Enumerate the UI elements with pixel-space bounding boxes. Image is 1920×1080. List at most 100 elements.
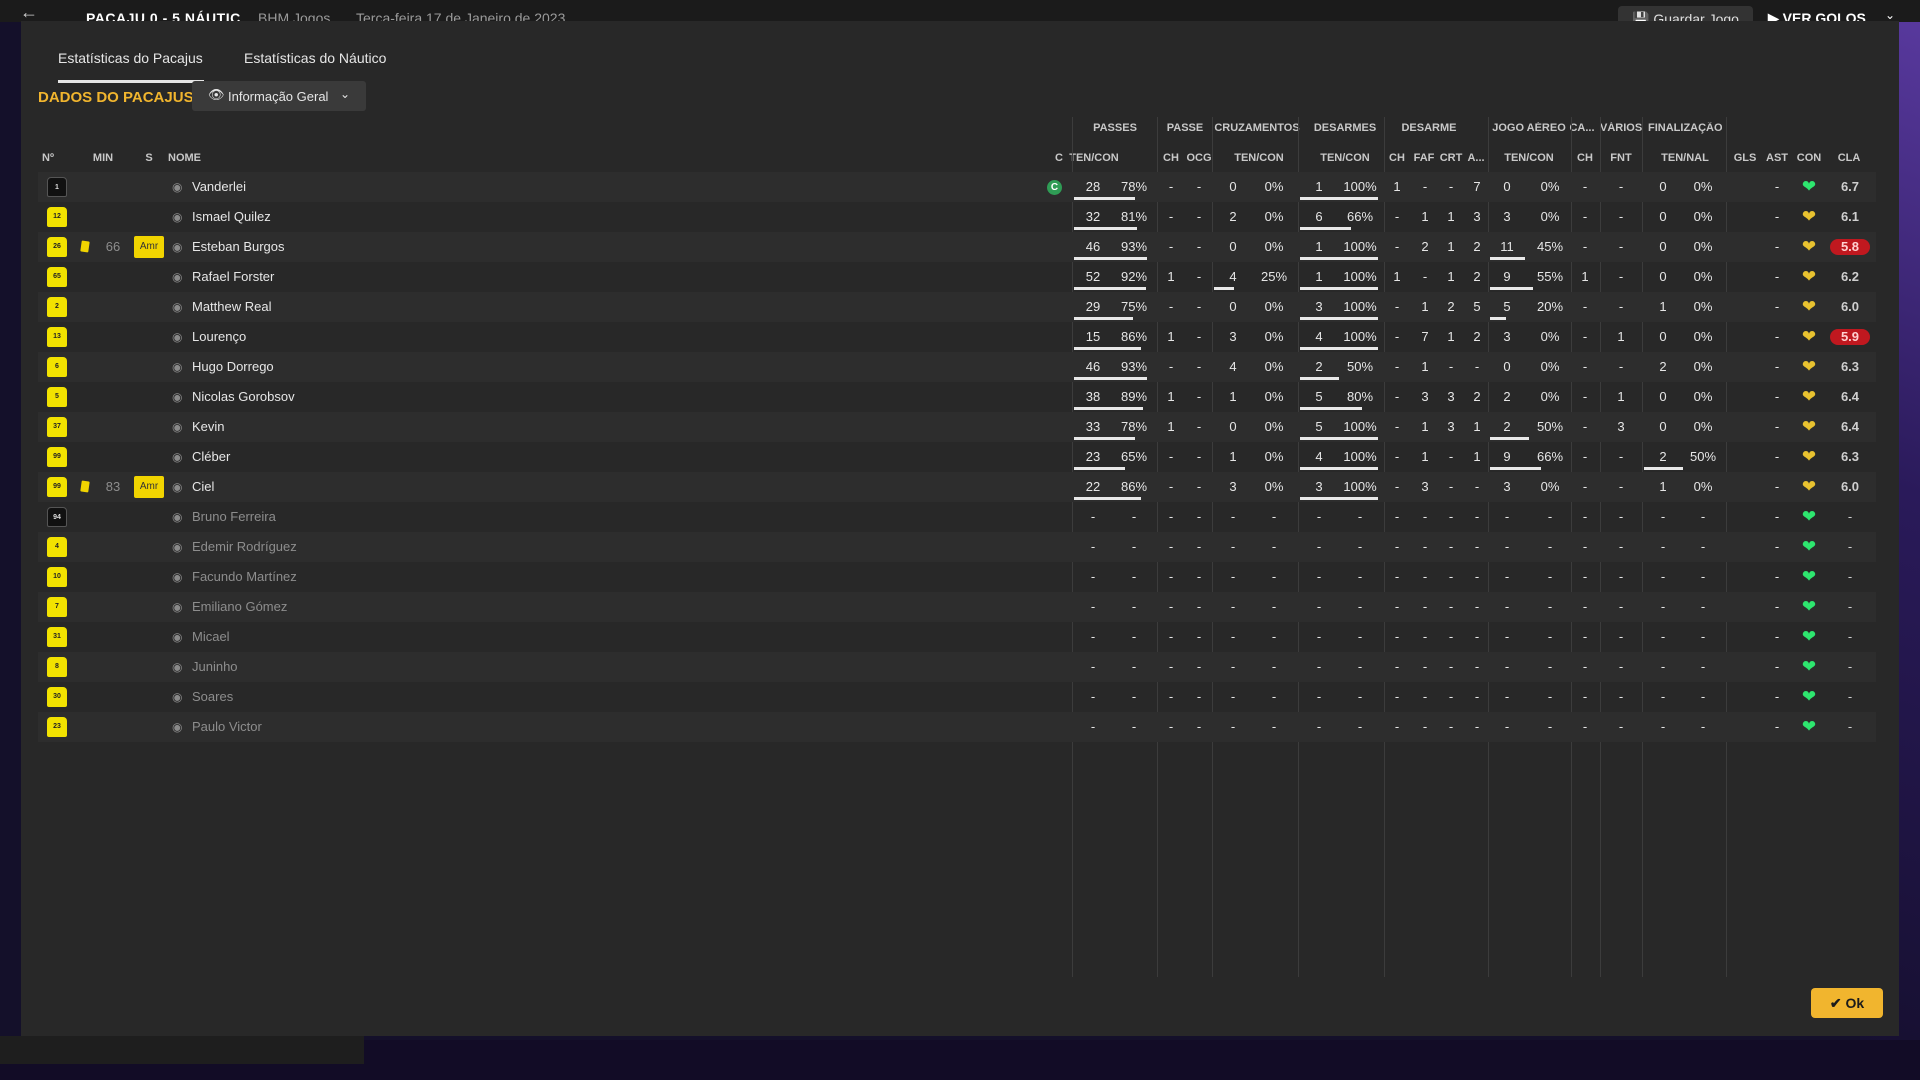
cards: 1: [1447, 209, 1455, 224]
tab-label: Estatísticas do Náutico: [244, 50, 387, 66]
crosses-attempted: 2: [1229, 209, 1237, 224]
player-row[interactable]: 13 ◉ Lourenço 15 86% 1-3 0% 4 100% -7 1 2 3 0% -1 0 0% - ❤…: [38, 322, 1876, 352]
tackles-attempted: -: [1316, 539, 1322, 554]
tackles-key: -: [1394, 629, 1400, 644]
player-name: Facundo Martínez: [192, 569, 297, 584]
player-row[interactable]: 31 ◉ Micael - - - - - - - - - - - - - - - - - - - ❤ -: [38, 622, 1876, 652]
player-row[interactable]: 26 66 Amr ◉ Esteban Burgos 46 93% - -0 0% 1 100% -2 1…: [38, 232, 1876, 262]
person-icon: ◉: [172, 570, 183, 584]
shots-on-target-pct: -: [1700, 569, 1706, 584]
column-header[interactable]: TEN/CON: [1054, 152, 1134, 164]
player-rating: 6.1: [1840, 209, 1860, 224]
column-header[interactable]: GLS: [1730, 152, 1760, 164]
other-stat: -: [1474, 479, 1480, 494]
column-header[interactable]: MIN: [86, 152, 120, 164]
arrow-left-icon[interactable]: ←: [20, 2, 38, 22]
column-header[interactable]: TEN/NAL: [1646, 152, 1724, 164]
column-header[interactable]: CH: [1574, 152, 1596, 164]
player-row[interactable]: 99 83 Amr ◉ Ciel 22 86% - -3 0% 3 100% -3- -3 0% - -1 0% -…: [38, 472, 1876, 502]
column-header[interactable]: CRT: [1438, 152, 1464, 164]
player-row[interactable]: 1 ◉ Vanderlei C 28 78% - -0 0% 1 100% 1- -7 0 0% - -0 0% -…: [38, 172, 1876, 202]
shots-on-target-pct: -: [1700, 719, 1706, 734]
player-row[interactable]: 94 ◉ Bruno Ferreira - - - - - - - - - - - - - - - - - - - ❤ -: [38, 502, 1876, 532]
shots-on-target-pct: 50%: [1689, 449, 1717, 464]
player-row[interactable]: 12 ◉ Ismael Quilez 32 81% - -2 0% 6 66% -1 1 3 3 0% - -0…: [38, 202, 1876, 232]
crosses-attempted: 1: [1229, 449, 1237, 464]
person-icon: ◉: [172, 510, 183, 524]
condition-heart-icon: ❤: [1801, 327, 1817, 346]
fouls: 1: [1421, 299, 1429, 314]
other-stat: 1: [1473, 419, 1481, 434]
player-name: Edemir Rodríguez: [192, 539, 297, 554]
shots: -: [1660, 509, 1666, 524]
other-stat: 2: [1473, 239, 1481, 254]
fouls: -: [1422, 659, 1428, 674]
cards: 2: [1447, 299, 1455, 314]
shots-on-target-pct: 0%: [1693, 329, 1713, 344]
key-passes: -: [1168, 299, 1174, 314]
column-header[interactable]: CLA: [1828, 152, 1870, 164]
view-dropdown[interactable]: 👁 Informação Geral ⌄: [192, 81, 366, 111]
shots-on-target-pct: -: [1700, 629, 1706, 644]
key-passes: -: [1168, 449, 1174, 464]
column-header[interactable]: TEN/CON: [1216, 152, 1302, 164]
shirt-number-icon: 31: [47, 627, 67, 647]
player-row[interactable]: 2 ◉ Matthew Real 29 75% - -0 0% 3 100% -1 2 5 5 20% - -1…: [38, 292, 1876, 322]
column-header[interactable]: OCG: [1184, 152, 1214, 164]
captain-icon: C: [1047, 180, 1062, 195]
shots-on-target-pct: 0%: [1693, 479, 1713, 494]
crosses-attempted: 0: [1229, 299, 1237, 314]
player-row[interactable]: 6 ◉ Hugo Dorrego 46 93% - -4 0% 2 50% -1- -0 0% - -2 0%…: [38, 352, 1876, 382]
player-name: Ismael Quilez: [192, 209, 271, 224]
passes-completed-pct: -: [1131, 629, 1137, 644]
distance-stat: -: [1618, 299, 1624, 314]
player-rating: -: [1847, 539, 1853, 554]
column-header[interactable]: TEN/CON: [1490, 152, 1568, 164]
tackles-won-pct: -: [1357, 689, 1363, 704]
tackles-attempted: -: [1316, 689, 1322, 704]
player-row[interactable]: 99 ◉ Cléber 23 65% - -1 0% 4 100% -1-1 9 66% - -2 50% - ❤…: [38, 442, 1876, 472]
tackles-key: -: [1394, 599, 1400, 614]
passes-completed-pct: -: [1131, 689, 1137, 704]
person-icon: ◉: [172, 690, 183, 704]
tab-pacajus-stats[interactable]: Estatísticas do Pacajus: [58, 50, 204, 83]
column-header[interactable]: S: [140, 152, 158, 164]
distance-stat: 1: [1617, 389, 1625, 404]
chevron-down-icon[interactable]: ⌄: [1885, 8, 1895, 22]
shirt-number-icon: 13: [47, 327, 67, 347]
assists: -: [1774, 479, 1780, 494]
other-stat: 1: [1473, 449, 1481, 464]
tackles-won-pct: -: [1357, 659, 1363, 674]
player-row[interactable]: 7 ◉ Emiliano Gómez - - - - - - - - - - - - - - - - - - - ❤ -: [38, 592, 1876, 622]
tab-nautico-stats[interactable]: Estatísticas do Náutico: [244, 50, 386, 80]
assists: -: [1774, 419, 1780, 434]
fouls: -: [1422, 599, 1428, 614]
player-row[interactable]: 65 ◉ Rafael Forster 52 92% 1-4 25% 1 100% 1-1 2 9 55…: [38, 262, 1876, 292]
save-game-button[interactable]: 💾 Guardar Jogo: [1618, 6, 1753, 22]
player-row[interactable]: 37 ◉ Kevin 33 78% 1-0 0% 5 100% -1 3 1 2 50% -3 0 0% - ❤ 6.…: [38, 412, 1876, 442]
cards: -: [1448, 479, 1454, 494]
column-header[interactable]: CON: [1794, 152, 1824, 164]
player-row[interactable]: 30 ◉ Soares - - - - - - - - - - - - - - - - - - - ❤ -: [38, 682, 1876, 712]
other-stat: -: [1474, 659, 1480, 674]
player-row[interactable]: 4 ◉ Edemir Rodríguez - - - - - - - - - - - - - - - - - - - ❤ -: [38, 532, 1876, 562]
player-row[interactable]: 8 ◉ Juninho - - - - - - - - - - - - - - - - - - - ❤ -: [38, 652, 1876, 682]
success-rate-bar: [1074, 227, 1137, 230]
column-header[interactable]: A...: [1466, 152, 1486, 164]
player-row[interactable]: 10 ◉ Facundo Martínez - - - - - - - - - - - - - - - - - - - ❤ -: [38, 562, 1876, 592]
player-row[interactable]: 5 ◉ Nicolas Gorobsov 38 89% 1-1 0% 5 80% -3 3 2 2 0% -…: [38, 382, 1876, 412]
column-header[interactable]: AST: [1762, 152, 1792, 164]
column-header[interactable]: FAF: [1412, 152, 1436, 164]
column-header[interactable]: NOME: [168, 152, 228, 164]
column-header[interactable]: Nº: [42, 152, 62, 164]
column-header[interactable]: CH: [1160, 152, 1182, 164]
fouls: -: [1422, 509, 1428, 524]
condition-heart-icon: ❤: [1801, 387, 1817, 406]
column-header[interactable]: FNT: [1600, 152, 1642, 164]
person-icon: ◉: [172, 450, 183, 464]
crosses-attempted: -: [1230, 599, 1236, 614]
player-row[interactable]: 23 ◉ Paulo Victor - - - - - - - - - - - - - - - - - - - ❤ -: [38, 712, 1876, 742]
ok-button[interactable]: ✔ Ok: [1811, 988, 1883, 1018]
column-header[interactable]: CH: [1384, 152, 1410, 164]
column-header[interactable]: TEN/CON: [1302, 152, 1388, 164]
